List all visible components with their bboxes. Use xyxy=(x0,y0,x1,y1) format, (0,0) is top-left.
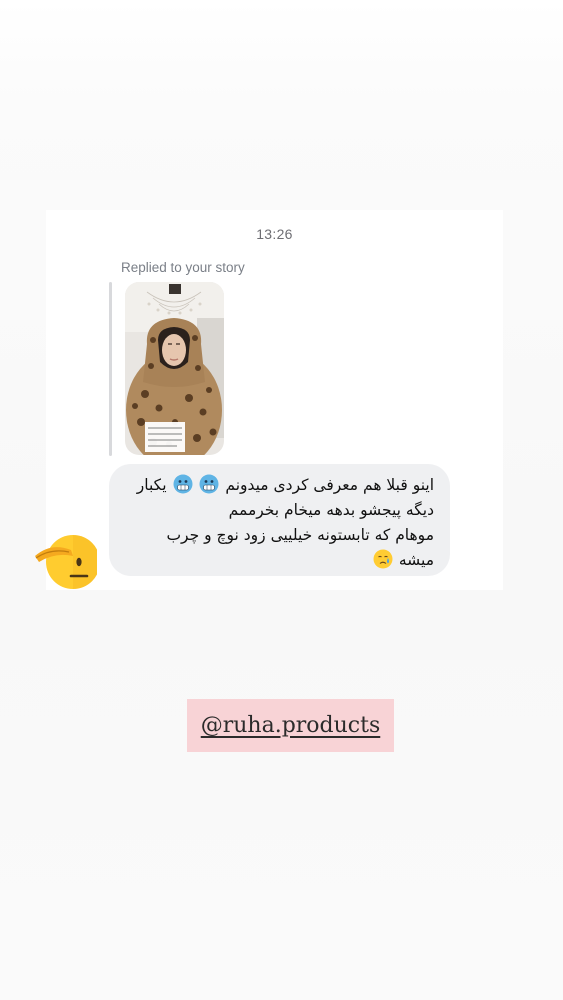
saluting-face-emoji-icon[interactable] xyxy=(33,528,97,592)
crying-face-emoji-icon xyxy=(373,549,393,569)
message-line-3: دیگه پیجشو بدهه میخام بخرممم xyxy=(228,501,434,519)
cold-face-emoji-icon xyxy=(173,474,192,494)
message-line-1: اینو قبلا هم معرفی کردی میدونم xyxy=(225,476,434,494)
dm-reply-card: 13:26 Replied to your story اینو قبلا هم… xyxy=(46,210,503,590)
reply-indicator-bar xyxy=(109,282,112,456)
message-line-2: یکبار xyxy=(136,476,167,494)
cold-face-emoji-icon xyxy=(199,474,219,494)
message-line-4: موهام که تابستونه خیلییی زود نوچ و چرب xyxy=(166,526,434,544)
message-bubble[interactable]: اینو قبلا هم معرفی کردی میدونم یکبار دیگ… xyxy=(109,464,450,576)
replied-to-story-label: Replied to your story xyxy=(121,260,245,275)
story-preview-thumbnail[interactable] xyxy=(125,282,224,455)
mention-sticker[interactable]: @ruha.products xyxy=(187,699,394,752)
message-line-5: میشه xyxy=(398,551,434,569)
message-text: اینو قبلا هم معرفی کردی میدونم یکبار دیگ… xyxy=(116,473,434,573)
mention-username-link[interactable]: @ruha.products xyxy=(201,713,381,738)
message-timestamp: 13:26 xyxy=(256,226,293,242)
